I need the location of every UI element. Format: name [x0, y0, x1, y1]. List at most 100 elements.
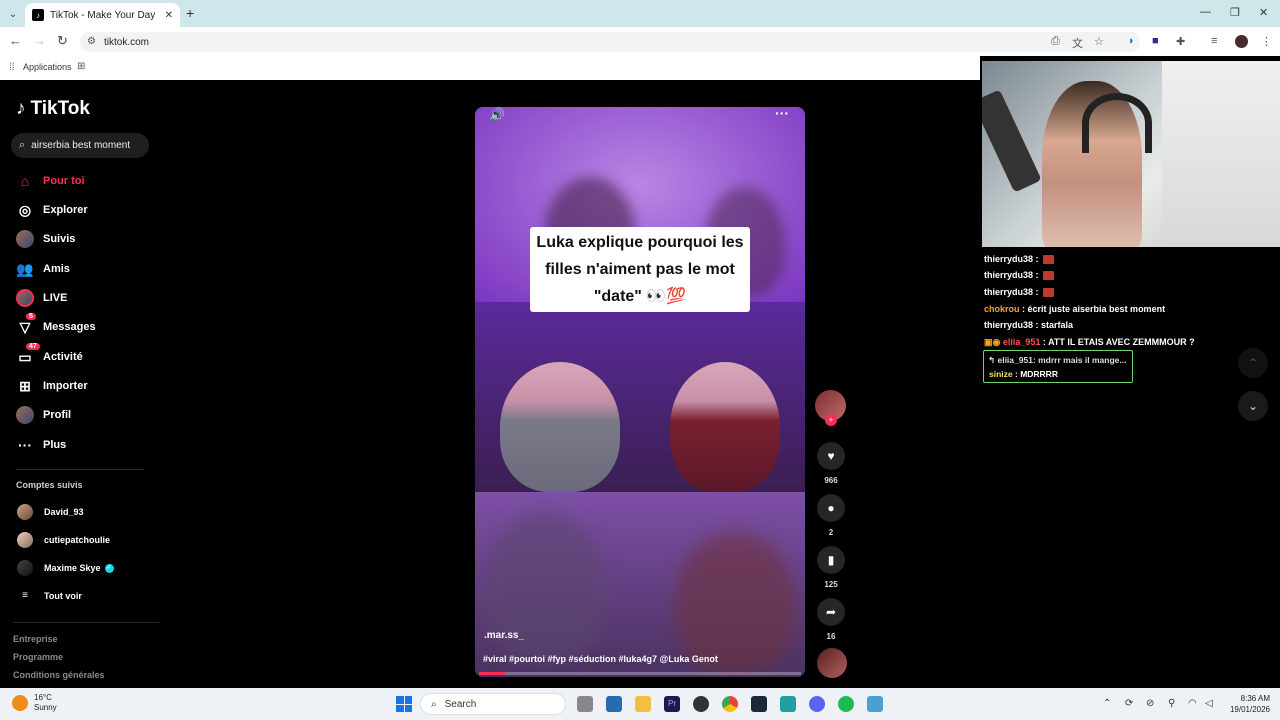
steam-icon[interactable] — [751, 696, 767, 712]
nav-plus[interactable]: ··· Plus — [16, 436, 66, 454]
friends-icon: 👥 — [16, 260, 34, 277]
video-hashtags[interactable]: #viral #pourtoi #fyp #séduction #luka4g7… — [483, 654, 718, 664]
video-author[interactable]: .mar.ss_ — [484, 630, 524, 641]
back-icon[interactable]: ← — [9, 33, 22, 48]
compass-icon: ◎ — [18, 201, 32, 218]
search-input[interactable]: ⌕ airserbia best moment — [11, 133, 149, 158]
puzzle-icon[interactable]: ✚ — [1176, 35, 1185, 48]
wifi-icon[interactable]: ◠ — [1188, 698, 1197, 709]
divider — [13, 622, 159, 623]
site-info-icon[interactable]: ⚙ — [87, 36, 96, 47]
video-player[interactable]: 🔊 ··· Luka explique pourquoi les filles … — [475, 107, 805, 677]
save-button[interactable]: ▮ 125 — [816, 546, 846, 589]
footer-link[interactable]: Conditions générales — [13, 670, 105, 680]
browser-tab[interactable]: ♪ TikTok - Make Your Day ✕ — [25, 3, 180, 27]
footer-link[interactable]: Entreprise — [13, 634, 58, 644]
nav-pour-toi[interactable]: ⌂ Pour toi — [16, 172, 85, 190]
close-window-button[interactable]: ✕ — [1259, 6, 1268, 19]
translate-icon[interactable]: 文 — [1072, 35, 1083, 51]
comment-button[interactable]: ● 2 — [816, 494, 846, 537]
tray-icon[interactable]: ⟳ — [1125, 698, 1133, 709]
microphone-icon[interactable]: ⚲ — [1168, 698, 1175, 709]
tab-search-button[interactable]: ⌄ — [5, 6, 21, 22]
share-count: 16 — [826, 632, 836, 641]
video-progress[interactable] — [479, 672, 801, 675]
file-explorer-icon[interactable] — [635, 696, 651, 712]
chair — [1162, 61, 1280, 247]
system-clock[interactable]: 8:36 AM 19/01/2026 — [1222, 693, 1270, 715]
minimize-button[interactable]: — — [1200, 6, 1211, 18]
volume-icon[interactable]: 🔊 — [489, 107, 505, 123]
premiere-icon[interactable]: Pr — [664, 696, 680, 712]
avatar — [16, 406, 34, 424]
extension-icon[interactable]: ■ — [1152, 35, 1159, 47]
task-view-icon[interactable] — [577, 696, 593, 712]
music-disc[interactable] — [817, 648, 847, 678]
address-bar[interactable]: tiktok.com — [80, 32, 1140, 52]
see-all-link[interactable]: ≡ Tout voir — [17, 590, 82, 601]
new-tab-button[interactable]: + — [186, 5, 194, 21]
install-app-icon[interactable]: ⎙ — [1051, 35, 1060, 48]
apps-icon[interactable]: ⁞⁞ — [9, 62, 15, 73]
bookmark-star-icon[interactable]: ☆ — [1094, 35, 1104, 48]
windows-start-icon[interactable] — [396, 696, 412, 712]
chat-message: thierrydu38 : — [984, 254, 1055, 265]
nav-suivis[interactable]: Suivis — [16, 230, 75, 248]
discord-icon[interactable] — [809, 696, 825, 712]
next-video-button[interactable]: ⌄ — [1238, 391, 1268, 421]
emote-icon — [1043, 255, 1055, 265]
app-icon[interactable] — [867, 696, 883, 712]
nav-profil[interactable]: Profil — [16, 406, 71, 424]
live-avatar — [16, 289, 34, 307]
followed-account[interactable]: Maxime Skye ✓ — [17, 560, 114, 576]
share-button[interactable]: ➦ 16 — [816, 598, 846, 641]
upload-icon: ⊞ — [19, 377, 31, 394]
share-icon: ➦ — [817, 598, 845, 626]
weather-widget[interactable]: 16°C Sunny — [12, 693, 57, 713]
more-icon: ··· — [18, 437, 32, 453]
app-icon[interactable] — [606, 696, 622, 712]
heart-icon: ♥ — [817, 442, 845, 470]
bookmark-applications[interactable]: Applications — [23, 62, 72, 72]
forward-icon[interactable]: → — [33, 33, 46, 48]
tiktok-icon: ♪ — [16, 98, 26, 119]
taskbar-search[interactable]: ⌕ Search — [420, 693, 566, 715]
tab-groups-icon[interactable]: ⊞ — [77, 61, 85, 72]
more-options-icon[interactable]: ··· — [775, 107, 789, 121]
nav-importer[interactable]: ⊞ Importer — [16, 377, 88, 395]
media-icon[interactable]: ≡ — [1211, 35, 1217, 47]
activity-badge: 47 — [26, 343, 40, 350]
like-count: 966 — [824, 476, 838, 485]
followed-account[interactable]: cutiepatchoulie — [17, 532, 110, 548]
following-title: Comptes suivis — [16, 480, 83, 490]
tray-icon[interactable]: ⊘ — [1146, 698, 1154, 709]
reload-icon[interactable]: ↻ — [57, 33, 68, 49]
footer-link[interactable]: Programme — [13, 652, 63, 662]
nav-messages[interactable]: ▽ 5 Messages — [16, 313, 96, 336]
chat-message: thierrydu38 : — [984, 287, 1055, 298]
followed-account[interactable]: David_93 — [17, 504, 84, 520]
close-tab-icon[interactable]: ✕ — [165, 10, 173, 21]
menu-icon[interactable]: ⋮ — [1261, 35, 1272, 48]
chat-message: ▣◉ eliia_951 : ATT IL ETAIS AVEC ZEMMMOU… — [984, 337, 1195, 347]
nav-amis[interactable]: 👥 Amis — [16, 260, 70, 278]
comment-icon: ● — [817, 494, 845, 522]
extension-icon[interactable]: ◗ — [1128, 35, 1135, 47]
chrome-icon[interactable] — [722, 696, 738, 712]
nav-live[interactable]: LIVE — [16, 289, 67, 307]
avatar — [17, 532, 33, 548]
like-button[interactable]: ♥ 966 — [816, 442, 846, 485]
app-icon[interactable] — [780, 696, 796, 712]
follow-plus-icon[interactable]: + — [825, 414, 837, 426]
headset — [1082, 93, 1152, 153]
profile-avatar[interactable] — [1235, 35, 1248, 48]
obs-icon[interactable] — [693, 696, 709, 712]
previous-video-button[interactable]: ⌃ — [1238, 348, 1268, 378]
nav-activite[interactable]: ▭ 47 Activité — [16, 343, 83, 366]
tray-overflow-icon[interactable]: ⌃ — [1103, 698, 1111, 709]
tiktok-logo[interactable]: ♪ TikTok — [16, 98, 90, 120]
restore-button[interactable]: ❐ — [1230, 6, 1240, 19]
spotify-icon[interactable] — [838, 696, 854, 712]
volume-icon[interactable]: ◁ — [1205, 698, 1213, 709]
nav-explorer[interactable]: ◎ Explorer — [16, 201, 88, 219]
